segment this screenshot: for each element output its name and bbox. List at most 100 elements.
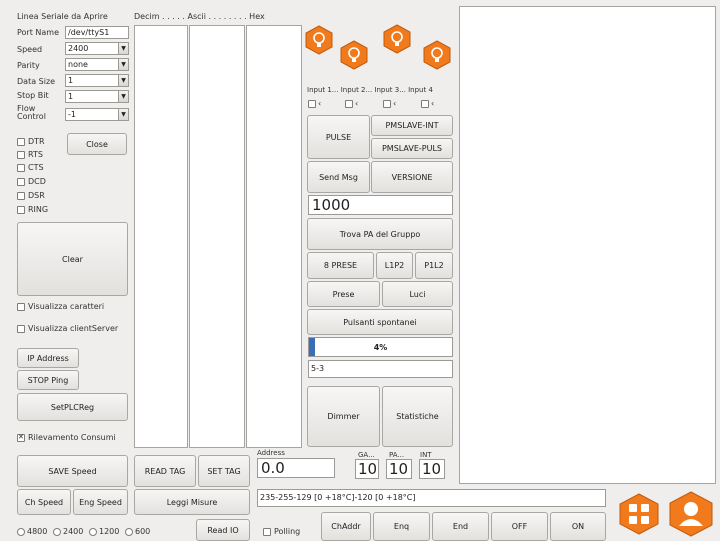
baud-1200-label: 1200 [99,527,120,536]
flow-control-value: -1 [68,110,76,119]
decim-panel[interactable] [134,25,188,448]
dtr-checkbox[interactable] [17,138,25,146]
l1p2-button[interactable]: L1P2 [376,252,413,279]
visualizza-client-label: Visualizza clientServer [28,324,119,333]
read-io-button[interactable]: Read IO [196,519,250,541]
chevron-down-icon: ▼ [118,43,128,54]
port-name-label: Port Name [17,28,60,37]
input-1-checkbox[interactable] [308,100,316,108]
rilevamento-label: Rilevamento Consumi [28,433,116,442]
serial-header-label: Linea Seriale da Aprire [17,12,108,21]
input-2-checkbox[interactable] [345,100,353,108]
baud-600-label: 600 [135,527,151,536]
stop-bit-label: Stop Bit [17,91,49,100]
setplcreg-button[interactable]: SetPLCReg [17,393,128,421]
dcd-checkbox[interactable] [17,178,25,186]
set-tag-button[interactable]: SET TAG [198,455,250,487]
input-1-lamp-icon [305,25,333,55]
on-button[interactable]: ON [550,512,606,541]
pulse-button[interactable]: PULSE [307,115,370,159]
save-speed-button[interactable]: SAVE Speed [17,455,128,487]
parity-value: none [68,60,88,69]
trova-pa-button[interactable]: Trova PA del Gruppo [307,218,453,250]
send-msg-button[interactable]: Send Msg [307,161,370,193]
cts-checkbox[interactable] [17,164,25,172]
parity-select[interactable]: none ▼ [65,58,129,71]
value-input[interactable]: 1000 [308,195,453,215]
port-name-input[interactable]: /dev/ttyS1 [65,26,129,39]
baud-600-radio[interactable] [125,528,133,536]
input-4-checkbox[interactable] [421,100,429,108]
dcd-label: DCD [28,177,46,186]
pulsanti-spontanei-button[interactable]: Pulsanti spontanei [307,309,453,335]
visualizza-caratteri-label: Visualizza caratteri [28,302,105,311]
baud-2400-radio[interactable] [53,528,61,536]
polling-checkbox[interactable] [263,528,271,536]
input-2-lamp-icon [340,40,368,70]
ch-speed-button[interactable]: Ch Speed [17,489,71,515]
baud-4800-radio[interactable] [17,528,25,536]
clear-button[interactable]: Clear [17,222,128,296]
stop-ping-button[interactable]: STOP Ping [17,370,79,390]
pmslave-int-button[interactable]: PMSLAVE-INT [371,115,453,136]
log-panel[interactable] [459,6,716,484]
enq-button[interactable]: Enq [373,512,430,541]
stop-bit-select[interactable]: 1 ▼ [65,90,129,103]
progress-bar: 4% [308,337,453,357]
visualizza-caratteri-checkbox[interactable] [17,303,25,311]
baud-1200-radio[interactable] [89,528,97,536]
data-size-value: 1 [68,76,74,85]
ga-input[interactable]: 10 [355,459,379,479]
prese-button[interactable]: Prese [307,281,380,307]
speed-select[interactable]: 2400 ▼ [65,42,129,55]
data-size-label: Data Size [17,77,56,86]
user-hex-icon[interactable] [667,490,715,538]
ring-checkbox[interactable] [17,206,25,214]
close-button[interactable]: Close [67,133,127,155]
versione-button[interactable]: VERSIONE [371,161,453,193]
chevron-down-icon: ▼ [118,59,128,70]
polling-label: Polling [274,527,301,536]
data-size-select[interactable]: 1 ▼ [65,74,129,87]
dimmer-button[interactable]: Dimmer [307,386,380,447]
chaddr-button[interactable]: ChAddr [321,512,371,541]
read-tag-button[interactable]: READ TAG [134,455,196,487]
ip-address-button[interactable]: IP Address [17,348,79,368]
statistiche-button[interactable]: Statistiche [382,386,453,447]
matrix-hex-icon[interactable] [617,492,661,536]
luci-button[interactable]: Luci [382,281,453,307]
dtr-label: DTR [28,137,45,146]
columns-header-label: Decim . . . . . Ascii . . . . . . . . He… [134,12,265,21]
visualizza-client-checkbox[interactable] [17,325,25,333]
hex-panel[interactable] [246,25,302,448]
status-input[interactable]: 5-3 [308,360,453,378]
p1l2-button[interactable]: P1L2 [415,252,453,279]
int-input[interactable]: 10 [419,459,445,479]
input-4-lamp-icon [423,40,451,70]
baud-2400-label: 2400 [63,527,84,536]
rts-label: RTS [28,150,43,159]
address-label: Address [257,449,285,457]
stop-bit-value: 1 [68,92,74,101]
address-input[interactable]: 0.0 [257,458,335,478]
pmslave-puls-button[interactable]: PMSLAVE-PULS [371,138,453,159]
off-button[interactable]: OFF [491,512,548,541]
end-button[interactable]: End [432,512,489,541]
leggi-misure-button[interactable]: Leggi Misure [134,489,250,515]
progress-label: 4% [373,342,388,352]
input-3-checkbox[interactable] [383,100,391,108]
8-prese-button[interactable]: 8 PRESE [307,252,374,279]
eng-speed-button[interactable]: Eng Speed [73,489,128,515]
input-3-indicator: ‹ [393,99,397,108]
dsr-checkbox[interactable] [17,192,25,200]
rilevamento-checkbox[interactable] [17,433,25,442]
baud-4800-label: 4800 [27,527,48,536]
ascii-panel[interactable] [189,25,245,448]
pa-input[interactable]: 10 [386,459,412,479]
rts-checkbox[interactable] [17,151,25,159]
flow-control-select[interactable]: -1 ▼ [65,108,129,121]
speed-value: 2400 [68,44,89,53]
command-input[interactable]: 235-255-129 [0 +18°C]-120 [0 +18°C] [257,489,606,507]
chevron-down-icon: ▼ [118,75,128,86]
dsr-label: DSR [28,191,45,200]
